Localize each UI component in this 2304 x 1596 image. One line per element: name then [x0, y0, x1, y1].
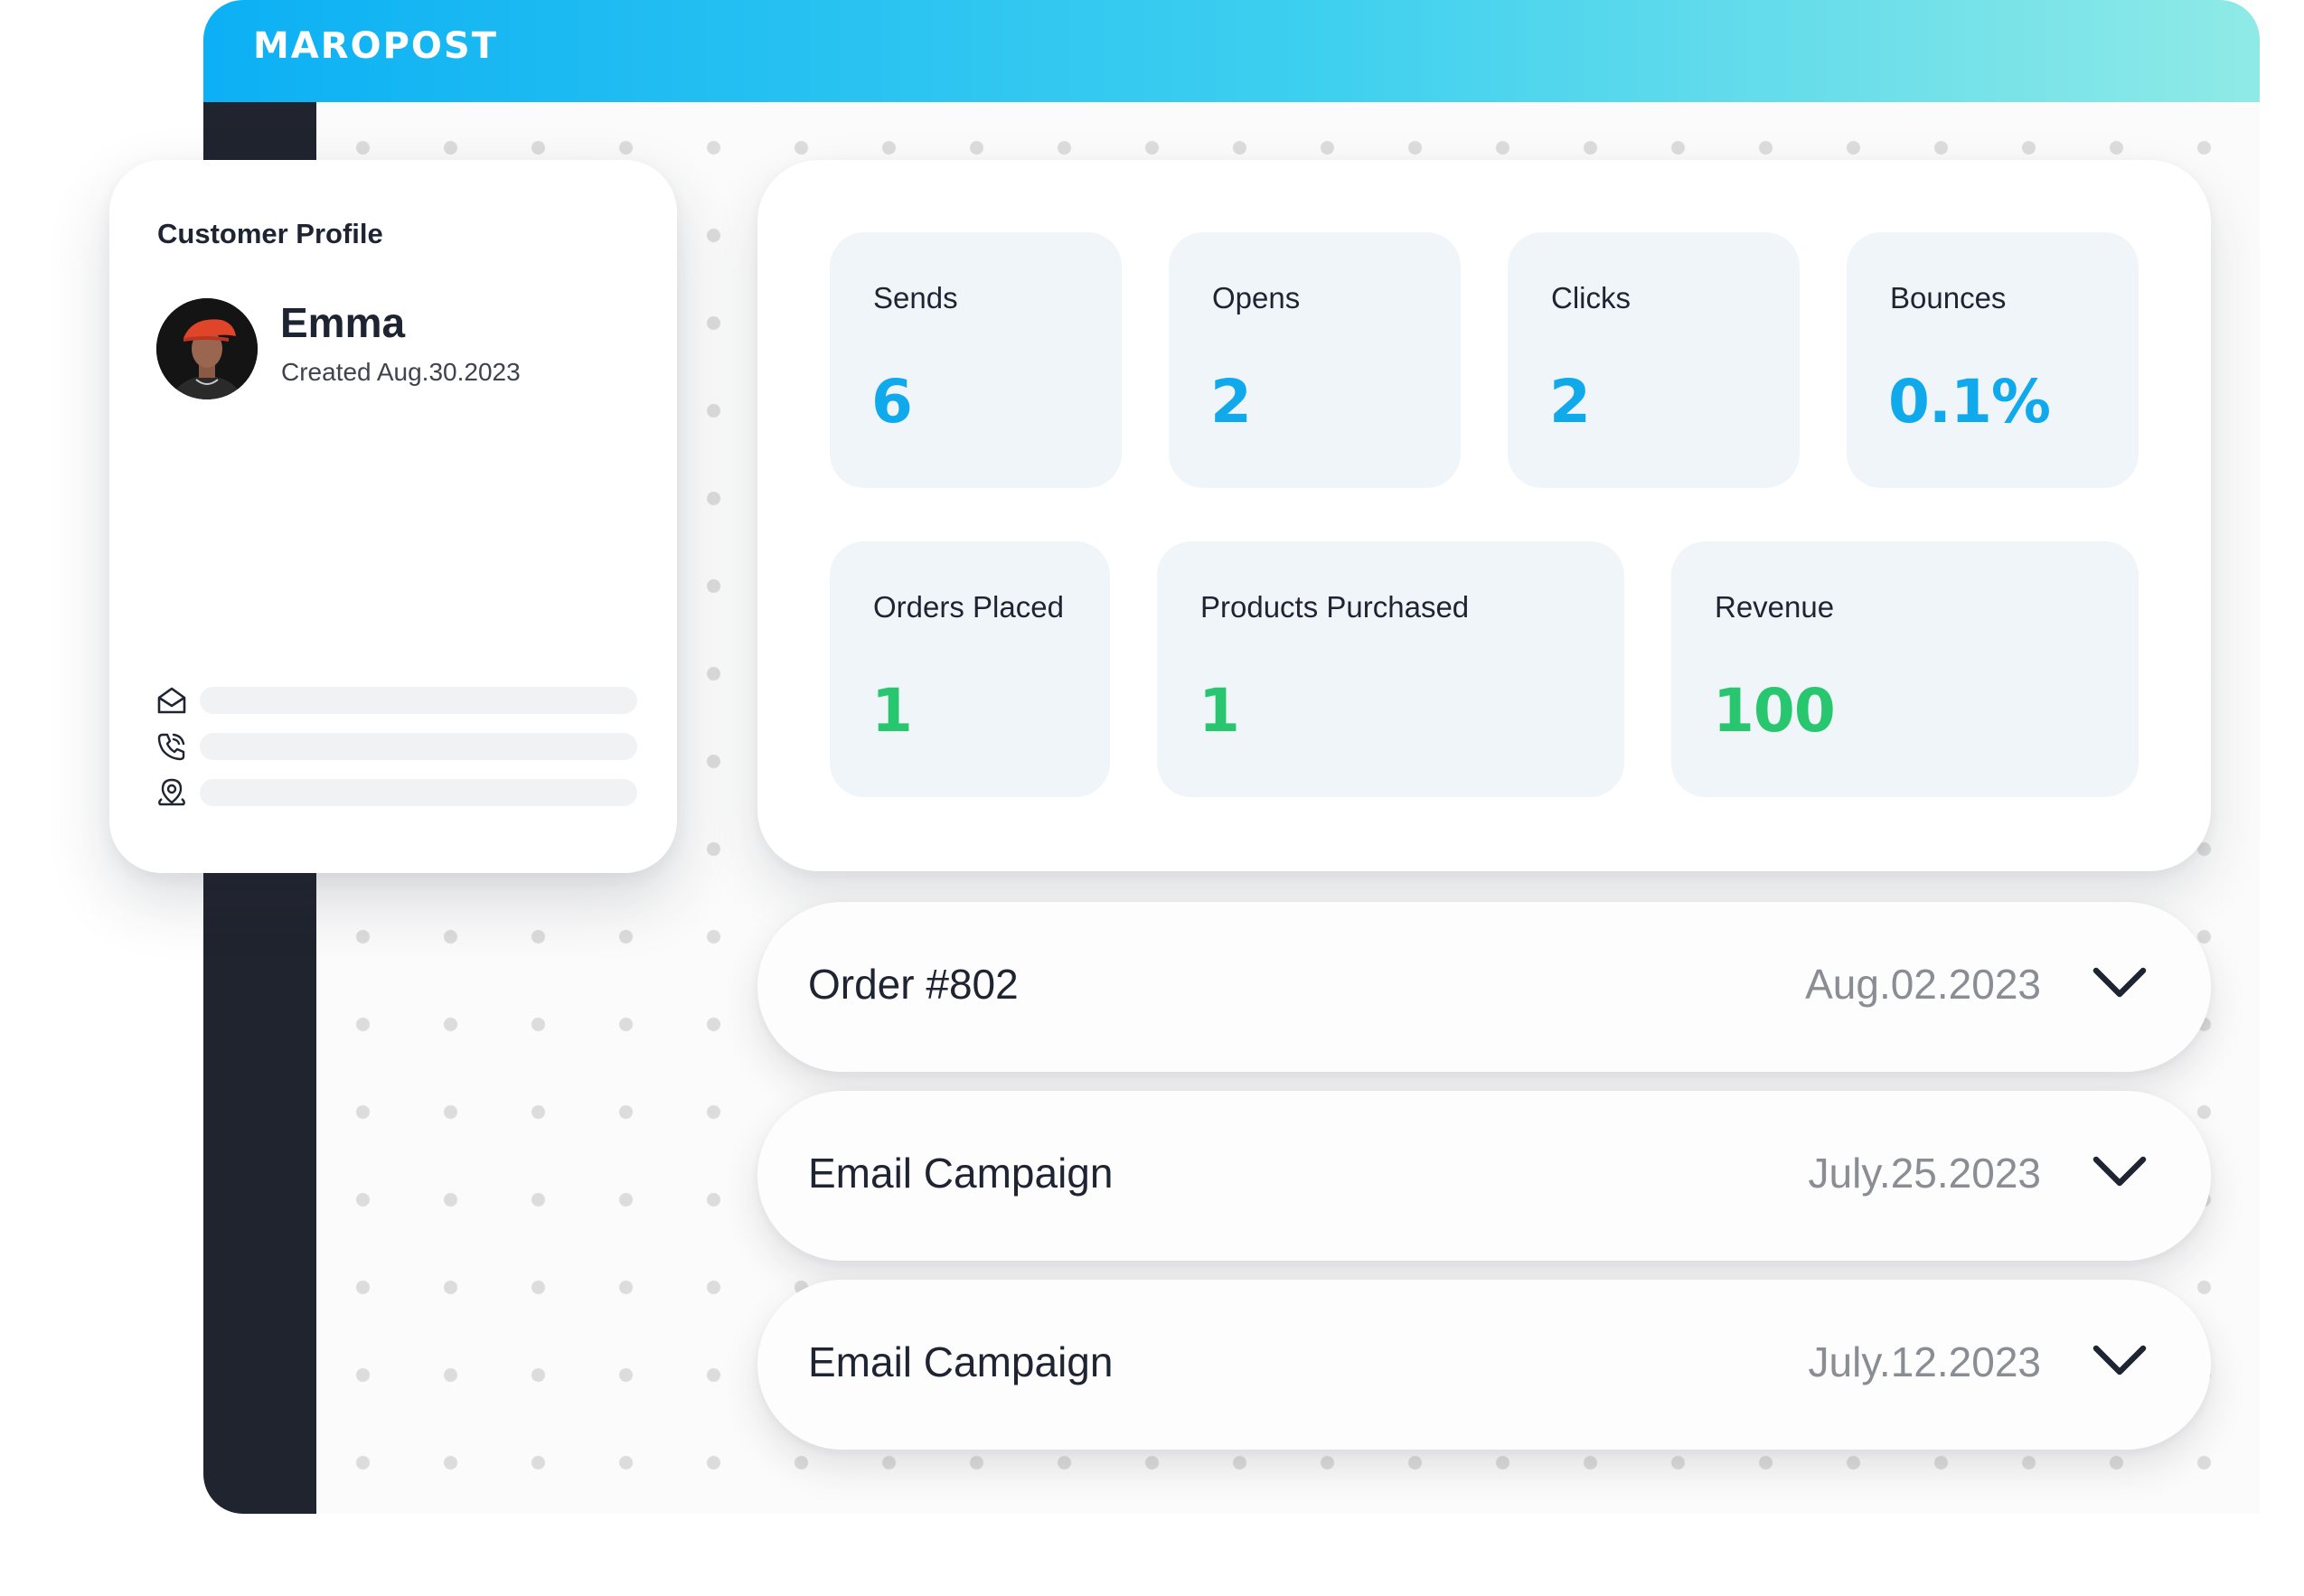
timeline-row-email-campaign[interactable]: Email Campaign July.12.2023 [757, 1280, 2211, 1450]
stat-card-opens[interactable]: Opens 2 [1169, 232, 1461, 488]
row-title: Order #802 [808, 961, 1019, 1008]
stat-value: 2 [1549, 367, 1591, 437]
stat-label: Revenue [1715, 590, 1835, 624]
address-placeholder-bar [200, 779, 637, 806]
chevron-down-icon[interactable] [2092, 965, 2148, 1001]
profile-created-date: Created Aug.30.2023 [281, 358, 521, 386]
stat-card-revenue[interactable]: Revenue 100 [1671, 541, 2139, 797]
stat-card-sends[interactable]: Sends 6 [830, 232, 1122, 488]
brand-logo[interactable]: MAROPOST [253, 25, 498, 67]
stat-value: 100 [1713, 676, 1836, 746]
stat-card-products-purchased[interactable]: Products Purchased 1 [1157, 541, 1624, 797]
chevron-down-icon[interactable] [2092, 1343, 2148, 1379]
contact-email-row[interactable] [156, 685, 637, 716]
stat-value: 2 [1210, 367, 1252, 437]
row-title: Email Campaign [808, 1338, 1114, 1385]
profile-title: Customer Profile [157, 218, 383, 249]
row-date: July.25.2023 [1808, 1150, 2041, 1197]
row-date: Aug.02.2023 [1805, 961, 2041, 1008]
avatar[interactable] [156, 298, 258, 399]
contact-address-row[interactable] [156, 777, 637, 808]
profile-name: Emma [280, 299, 406, 346]
phone-icon [157, 733, 185, 761]
location-pin-icon [158, 778, 185, 806]
phone-placeholder-bar [200, 733, 637, 760]
stat-label: Opens [1212, 281, 1301, 315]
customer-profile-card: Customer Profile Emma Created Aug.30.202… [109, 160, 677, 873]
stat-label: Orders Placed [873, 590, 1064, 624]
chevron-down-icon[interactable] [2092, 1154, 2148, 1190]
contact-phone-row[interactable] [156, 731, 637, 762]
stat-card-bounces[interactable]: Bounces 0.1% [1847, 232, 2139, 488]
email-placeholder-bar [200, 687, 637, 714]
timeline-row-order[interactable]: Order #802 Aug.02.2023 [757, 902, 2211, 1072]
stat-value: 6 [871, 367, 913, 437]
top-bar: MAROPOST [203, 0, 2260, 102]
avatar-image [156, 298, 258, 399]
row-title: Email Campaign [808, 1150, 1114, 1197]
stat-label: Products Purchased [1200, 590, 1470, 624]
stat-label: Clicks [1551, 281, 1631, 315]
timeline-row-email-campaign[interactable]: Email Campaign July.25.2023 [757, 1091, 2211, 1261]
stat-value: 0.1% [1888, 367, 2051, 437]
stat-value: 1 [871, 676, 913, 746]
stat-value: 1 [1199, 676, 1240, 746]
stat-label: Bounces [1890, 281, 2007, 315]
stats-panel: Sends 6 Opens 2 Clicks 2 Bounces 0.1% Or… [757, 160, 2211, 871]
envelope-open-icon [157, 687, 186, 714]
stat-label: Sends [873, 281, 958, 315]
stat-card-orders-placed[interactable]: Orders Placed 1 [830, 541, 1110, 797]
row-date: July.12.2023 [1808, 1338, 2041, 1385]
stat-card-clicks[interactable]: Clicks 2 [1508, 232, 1800, 488]
